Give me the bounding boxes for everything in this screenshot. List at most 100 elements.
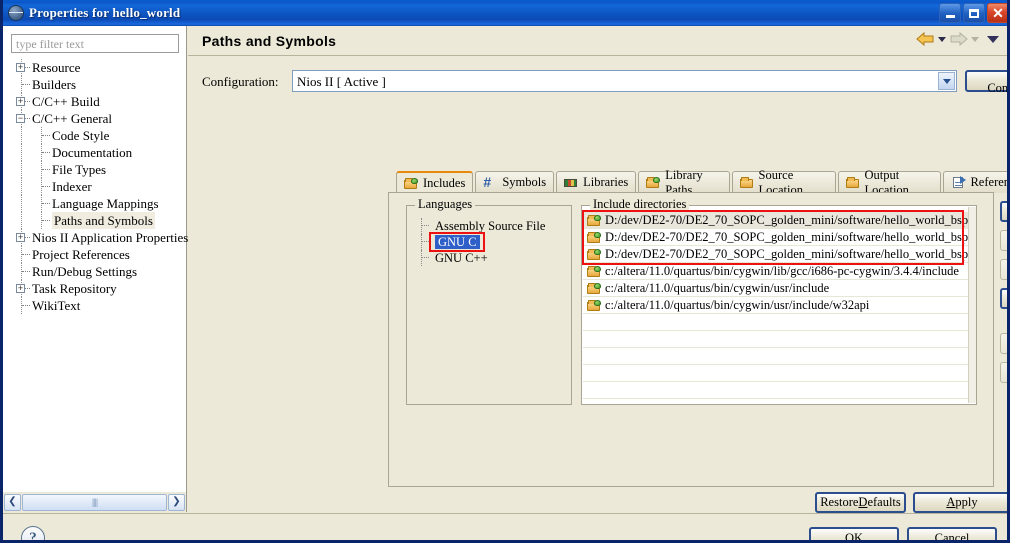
sidebar-item-resource[interactable]: + Resource [3, 59, 187, 76]
sidebar-item-nios-ii-application-properties[interactable]: + Nios II Application Properties [3, 229, 188, 246]
add-button[interactable]: Add... [1000, 201, 1007, 222]
language-item-gnu-c[interactable]: GNU C++ [407, 250, 571, 266]
sidebar-item-wikitext[interactable]: WikiText [3, 297, 187, 314]
include-directories-list[interactable]: D:/dev/DE2-70/DE2_70_SOPC_golden_mini/so… [583, 212, 968, 403]
cancel-button[interactable]: Cancel [907, 527, 997, 540]
paths-symbols-tabs[interactable]: Includes # Symbols Libraries Library Paths So… [396, 168, 1010, 197]
back-history-chevron-icon[interactable] [938, 36, 946, 42]
title-bar: Properties for hello_world ✕ [3, 0, 1007, 26]
include-directories-group-label: Include directories [590, 197, 690, 212]
configuration-value: Nios II [ Active ] [297, 74, 386, 89]
languages-list[interactable]: Assembly Source File GNU C GNU C++ [407, 218, 571, 266]
include-directory-path: D:/dev/DE2-70/DE2_70_SOPC_golden_mini/so… [605, 229, 968, 244]
ok-button[interactable]: OK [809, 527, 899, 540]
help-button[interactable]: ? [21, 526, 45, 540]
tab-libraries[interactable]: Libraries [556, 171, 637, 193]
sidebar-item-project-references[interactable]: Project References [3, 246, 187, 263]
restore-defaults-suffix: efaults [867, 495, 901, 509]
sidebar-item-paths-and-symbols[interactable]: Paths and Symbols [3, 212, 187, 229]
include-directory-path: D:/dev/DE2-70/DE2_70_SOPC_golden_mini/so… [605, 212, 968, 227]
maximize-button[interactable] [963, 3, 985, 23]
scroll-left-button[interactable]: ❮ [4, 493, 21, 511]
sidebar-item-language-mappings[interactable]: Language Mappings [3, 195, 187, 212]
tab-label: References [970, 175, 1010, 189]
page-header: Paths and Symbols [188, 26, 1007, 56]
include-directory-row[interactable]: c:/altera/11.0/quartus/bin/cygwin/usr/in… [583, 297, 968, 314]
filter-input[interactable]: type filter text [11, 34, 179, 53]
language-item-assembly-source-file[interactable]: Assembly Source File [407, 218, 571, 234]
back-arrow-icon[interactable] [916, 31, 935, 47]
include-directory-row[interactable]: D:/dev/DE2-70/DE2_70_SOPC_golden_mini/so… [583, 229, 968, 246]
sidebar-item-file-types[interactable]: File Types [3, 161, 187, 178]
tab-output-location[interactable]: Output Location [837, 168, 942, 197]
include-directory-row[interactable] [583, 348, 968, 365]
expand-icon[interactable]: + [16, 284, 25, 293]
move-up-button: Move Up [1000, 333, 1007, 354]
sidebar-item-c-c-build[interactable]: + C/C++ Build [3, 93, 187, 110]
tab-references[interactable]: References [943, 171, 1010, 193]
library-paths-folder-icon [646, 176, 661, 189]
tab-label: Libraries [583, 175, 629, 189]
expand-icon[interactable]: + [16, 63, 25, 72]
apply-button[interactable]: Apply [913, 492, 1007, 513]
include-directory-path: c:/altera/11.0/quartus/bin/cygwin/lib/gc… [605, 263, 959, 278]
expand-icon[interactable]: + [16, 97, 25, 106]
open-folder-icon [739, 176, 754, 189]
folder-include-icon [587, 214, 601, 227]
delete-button: Delete [1000, 259, 1007, 280]
folder-include-icon [587, 248, 601, 261]
include-directory-row[interactable]: c:/altera/11.0/quartus/bin/cygwin/lib/gc… [583, 263, 968, 280]
sidebar-item-run-debug-settings[interactable]: Run/Debug Settings [3, 263, 187, 280]
scroll-track[interactable]: |||| [22, 493, 167, 511]
sidebar-item-builders[interactable]: Builders [3, 76, 187, 93]
tree-horizontal-scrollbar[interactable]: ❮ |||| ❯ [3, 492, 187, 512]
edit-button: Edit... [1000, 230, 1007, 251]
include-actions-column: Add... Edit... Delete Export Move Up Move Dow… [1000, 201, 1007, 391]
include-directory-row[interactable] [583, 314, 968, 331]
export-button[interactable]: Export [1000, 288, 1007, 309]
view-menu-chevron-icon[interactable] [987, 35, 999, 43]
includes-folder-icon [404, 177, 418, 190]
sidebar-item-documentation[interactable]: Documentation [3, 144, 187, 161]
sidebar-item-label: Task Repository [32, 281, 117, 296]
languages-group-label: Languages [415, 197, 476, 212]
scroll-right-button[interactable]: ❯ [168, 493, 185, 511]
chevron-down-icon[interactable] [938, 72, 955, 90]
language-item-gnu-c[interactable]: GNU C [407, 234, 571, 250]
expand-icon[interactable]: + [16, 233, 25, 242]
sidebar-item-label: Resource [32, 60, 81, 75]
close-button[interactable]: ✕ [987, 3, 1007, 23]
page-title: Paths and Symbols [202, 32, 337, 49]
restore-defaults-button[interactable]: Restore Defaults [815, 492, 906, 513]
minimize-button[interactable] [939, 3, 961, 23]
languages-group: Languages Assembly Source File GNU C GNU C… [406, 197, 572, 405]
manage-configurations-button[interactable]: Manage Configurations... [965, 70, 1007, 95]
configuration-row: Configuration: Nios II [ Active ] Manage… [202, 70, 1007, 95]
tab-library-paths[interactable]: Library Paths [638, 168, 730, 197]
include-directory-row[interactable]: c:/altera/11.0/quartus/bin/cygwin/usr/in… [583, 280, 968, 297]
sidebar-item-c-c-general[interactable]: − C/C++ General [3, 110, 187, 127]
folder-include-icon [587, 299, 601, 312]
tab-label: Includes [423, 175, 466, 190]
restore-defaults-prefix: Restore [820, 495, 859, 509]
collapse-icon[interactable]: − [16, 114, 25, 123]
sidebar-item-indexer[interactable]: Indexer [3, 178, 187, 195]
tab-source-location[interactable]: Source Location [731, 168, 836, 197]
tab-symbols[interactable]: # Symbols [475, 171, 555, 193]
include-directory-row[interactable]: D:/dev/DE2-70/DE2_70_SOPC_golden_mini/so… [583, 212, 968, 229]
include-directory-row[interactable] [583, 331, 968, 348]
include-directory-row[interactable] [583, 382, 968, 399]
apply-mnemonic: A [946, 495, 956, 509]
settings-tree[interactable]: + Resource Builders + C/C++ Build − C/C++ Gene… [3, 59, 188, 314]
tab-includes[interactable]: Includes [396, 171, 474, 193]
include-directory-row[interactable]: D:/dev/DE2-70/DE2_70_SOPC_golden_mini/so… [583, 246, 968, 263]
sidebar-item-label: C/C++ Build [32, 94, 100, 109]
sidebar-item-label: WikiText [32, 298, 81, 313]
configuration-select[interactable]: Nios II [ Active ] [292, 70, 957, 92]
sidebar-item-code-style[interactable]: Code Style [3, 127, 187, 144]
scroll-thumb[interactable]: |||| [22, 493, 167, 511]
sidebar-item-task-repository[interactable]: + Task Repository [3, 280, 187, 297]
include-list-scrollbar[interactable] [968, 207, 976, 403]
include-directory-path: D:/dev/DE2-70/DE2_70_SOPC_golden_mini/so… [605, 246, 968, 261]
include-directory-row[interactable] [583, 365, 968, 382]
